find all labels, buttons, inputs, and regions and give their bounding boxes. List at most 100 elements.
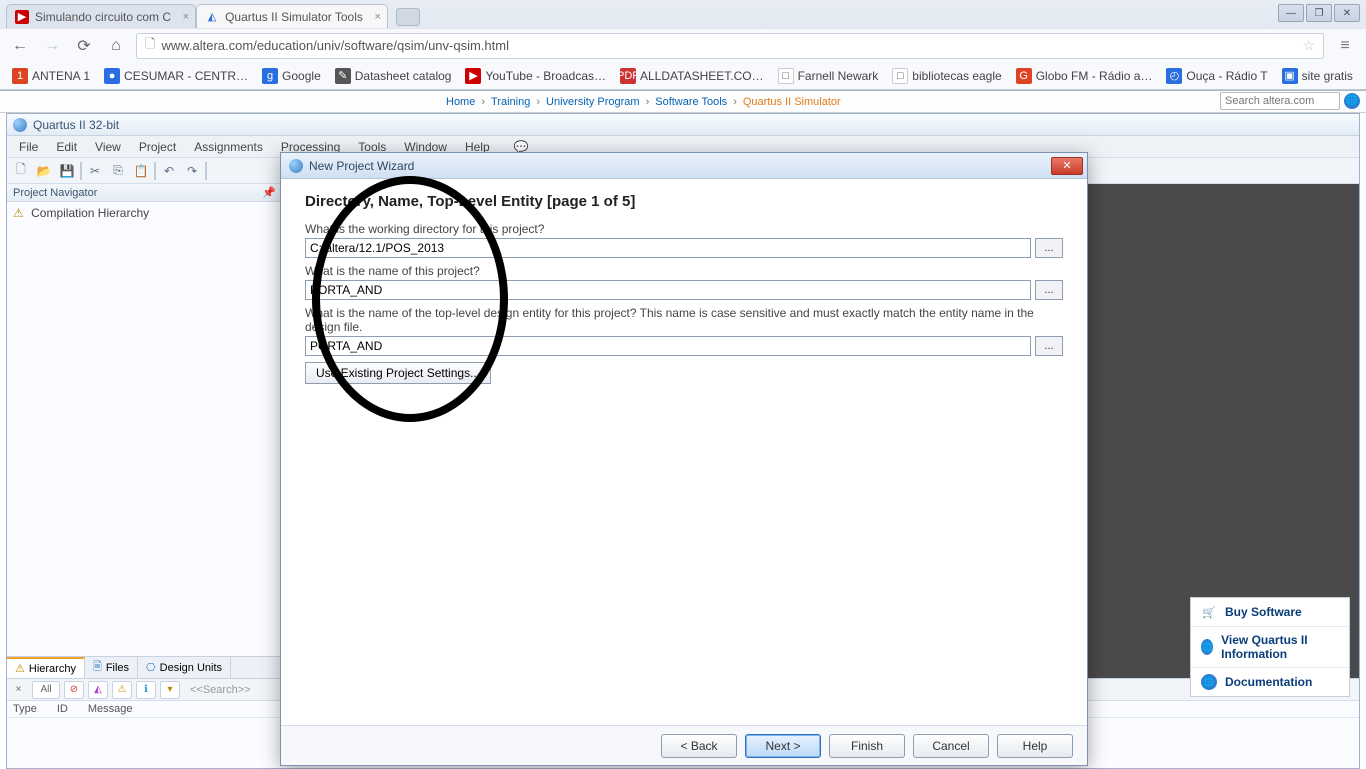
bookmark-icon: ◴ xyxy=(1166,68,1182,84)
bookmark-item[interactable]: □bibliotecas eagle xyxy=(888,66,1005,86)
tab-close-icon[interactable]: × xyxy=(183,11,189,23)
tab-title: Quartus II Simulator Tools xyxy=(225,10,363,24)
menu-view[interactable]: View xyxy=(87,138,129,156)
window-maximize[interactable]: ❐ xyxy=(1306,4,1332,22)
browse-entity-button[interactable]: ... xyxy=(1035,336,1063,356)
crumb-link[interactable]: Home xyxy=(446,96,475,108)
globe-icon: 🗋 xyxy=(145,35,155,57)
project-name-input[interactable] xyxy=(305,280,1031,300)
bookmark-star-icon[interactable]: ☆ xyxy=(1302,37,1315,54)
tab-design-units[interactable]: ⎔Design Units xyxy=(138,657,231,678)
tab-close-icon[interactable]: × xyxy=(374,11,380,23)
side-action-panel: 🛒 Buy Software 🌐 View Quartus II Informa… xyxy=(1190,597,1350,697)
cancel-button[interactable]: Cancel xyxy=(913,734,989,758)
msg-search-placeholder[interactable]: <<Search>> xyxy=(190,684,251,696)
youtube-icon: ▶ xyxy=(15,10,29,24)
site-search: 🌐 xyxy=(1220,92,1360,110)
new-project-wizard-dialog: New Project Wizard ✕ Directory, Name, To… xyxy=(280,152,1088,766)
use-existing-settings-button[interactable]: Use Existing Project Settings... xyxy=(305,362,491,384)
bookmark-item[interactable]: ▶YouTube - Broadcas… xyxy=(461,66,610,86)
address-bar[interactable]: 🗋 www.altera.com/education/univ/software… xyxy=(136,33,1324,59)
bookmark-item[interactable]: PDFALLDATASHEET.CO… xyxy=(616,66,768,86)
browse-dir-button[interactable]: ... xyxy=(1035,238,1063,258)
bookmark-item[interactable]: □Farnell Newark xyxy=(774,66,883,86)
search-input[interactable] xyxy=(1220,92,1340,110)
window-minimize[interactable]: — xyxy=(1278,4,1304,22)
documentation-button[interactable]: 🌐 Documentation xyxy=(1191,668,1349,696)
browse-name-button[interactable]: ... xyxy=(1035,280,1063,300)
browser-tabs: ▶ Simulando circuito com C × ◭ Quartus I… xyxy=(0,0,1366,28)
new-tab-button[interactable] xyxy=(396,8,420,26)
window-close[interactable]: ✕ xyxy=(1334,4,1360,22)
toolbar-divider xyxy=(80,162,82,180)
bookmark-item[interactable]: ●CESUMAR - CENTR… xyxy=(100,66,252,86)
warning-icon: ⚠ xyxy=(13,206,24,220)
bookmark-icon: g xyxy=(262,68,278,84)
bookmark-item[interactable]: ◴Ouça - Rádio T xyxy=(1162,66,1271,86)
back-button[interactable]: ← xyxy=(8,34,32,58)
altera-icon: ◭ xyxy=(205,10,219,24)
quartus-icon xyxy=(289,159,303,173)
project-tree[interactable]: ⚠ Compilation Hierarchy xyxy=(7,202,282,656)
copy-icon[interactable]: ⎘ xyxy=(108,161,128,181)
msg-filter-warning-icon[interactable]: ⚠ xyxy=(112,681,132,699)
save-icon[interactable]: 💾 xyxy=(57,161,77,181)
menu-project[interactable]: Project xyxy=(131,138,184,156)
chrome-menu-button[interactable]: ≡ xyxy=(1332,33,1358,59)
pdf-icon: PDF xyxy=(620,68,636,84)
bookmark-icon: ▣ xyxy=(1282,68,1298,84)
project-navigator: Project Navigator 📌 ⚠ Compilation Hierar… xyxy=(7,184,283,678)
forward-button[interactable]: → xyxy=(40,34,64,58)
back-button[interactable]: < Back xyxy=(661,734,737,758)
msg-filter-error-icon[interactable]: ⊘ xyxy=(64,681,84,699)
msg-filter-extra-icon[interactable]: ▾ xyxy=(160,681,180,699)
tab-files[interactable]: 🗎Files xyxy=(85,657,138,678)
bookmark-item[interactable]: ✎Datasheet catalog xyxy=(331,66,456,86)
msg-filter-info-icon[interactable]: ℹ xyxy=(136,681,156,699)
altera-header: Home› Training› University Program› Soft… xyxy=(0,91,1366,113)
pin-icon[interactable]: 📌 xyxy=(262,186,276,199)
reload-button[interactable]: ⟳ xyxy=(72,34,96,58)
msg-filter-all[interactable]: All xyxy=(32,681,60,699)
menu-edit[interactable]: Edit xyxy=(48,138,85,156)
label-working-dir: What is the working directory for this p… xyxy=(305,222,1063,236)
breadcrumb: Home› Training› University Program› Soft… xyxy=(6,94,841,108)
buy-software-button[interactable]: 🛒 Buy Software xyxy=(1191,598,1349,627)
search-go-icon[interactable]: 🌐 xyxy=(1344,93,1360,109)
home-button[interactable]: ⌂ xyxy=(104,34,128,58)
dialog-close-button[interactable]: ✕ xyxy=(1051,157,1083,175)
quartus-title-text: Quartus II 32-bit xyxy=(33,118,119,132)
bookmark-item[interactable]: ▣site gratis xyxy=(1278,66,1357,86)
help-button[interactable]: Help xyxy=(997,734,1073,758)
crumb-link[interactable]: Training xyxy=(491,96,530,108)
top-entity-input[interactable] xyxy=(305,336,1031,356)
paste-icon[interactable]: 📋 xyxy=(131,161,151,181)
crumb-link[interactable]: Software Tools xyxy=(655,96,727,108)
cut-icon[interactable]: ✂ xyxy=(85,161,105,181)
quartus-icon xyxy=(13,118,27,132)
msg-filter-critical-icon[interactable]: ◭ xyxy=(88,681,108,699)
dialog-titlebar[interactable]: New Project Wizard ✕ xyxy=(281,153,1087,179)
bookmark-item[interactable]: gGoogle xyxy=(258,66,325,86)
globe-icon: 🌐 xyxy=(1201,674,1217,690)
view-info-button[interactable]: 🌐 View Quartus II Information xyxy=(1191,627,1349,668)
page-icon: □ xyxy=(892,68,908,84)
col-type: Type xyxy=(13,703,37,715)
new-icon[interactable]: 🗋 xyxy=(11,161,31,181)
menu-file[interactable]: File xyxy=(11,138,46,156)
bookmark-item[interactable]: GGlobo FM - Rádio a… xyxy=(1012,66,1157,86)
menu-assignments[interactable]: Assignments xyxy=(186,138,271,156)
crumb-link[interactable]: University Program xyxy=(546,96,640,108)
open-icon[interactable]: 📂 xyxy=(34,161,54,181)
col-id: ID xyxy=(57,703,68,715)
tab-hierarchy[interactable]: ⚠Hierarchy xyxy=(7,657,85,678)
undo-icon[interactable]: ↶ xyxy=(159,161,179,181)
bookmark-item[interactable]: 1ANTENA 1 xyxy=(8,66,94,86)
browser-tab-active[interactable]: ◭ Quartus II Simulator Tools × xyxy=(196,4,388,28)
crumb-current: Quartus II Simulator xyxy=(743,96,841,108)
finish-button[interactable]: Finish xyxy=(829,734,905,758)
next-button[interactable]: Next > xyxy=(745,734,821,758)
working-dir-input[interactable] xyxy=(305,238,1031,258)
redo-icon[interactable]: ↷ xyxy=(182,161,202,181)
browser-tab[interactable]: ▶ Simulando circuito com C × xyxy=(6,4,196,28)
